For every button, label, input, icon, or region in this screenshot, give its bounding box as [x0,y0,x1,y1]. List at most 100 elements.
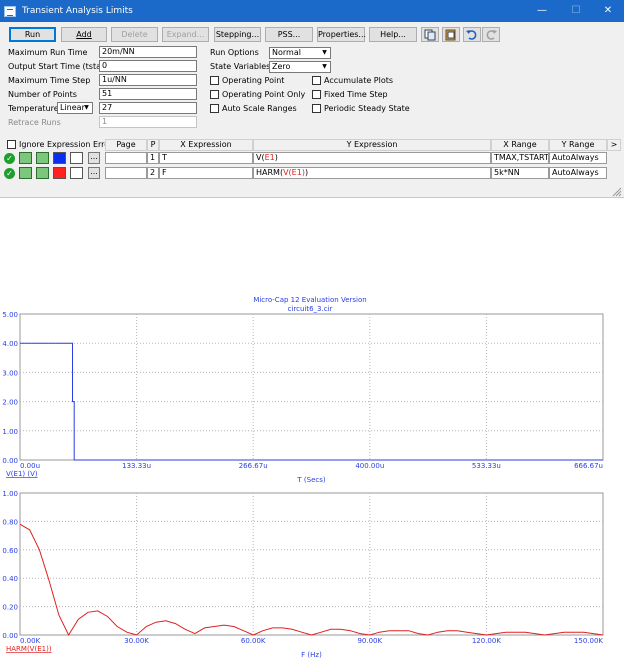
x-tick-label: 30.00K [124,637,149,645]
operating-point-only-checkbox[interactable] [210,90,219,99]
delete-button[interactable]: Delete [111,27,158,42]
y-tick-label: 4.00 [2,340,18,348]
y-tick-label: 0.20 [2,604,18,612]
plot-y-icon[interactable] [36,167,49,179]
run-button[interactable]: Run [9,27,56,42]
add-button[interactable]: Add [61,27,107,42]
properties-button[interactable]: Properties... [317,27,366,42]
num-points-label: Number of Points [8,90,77,99]
chevron-down-icon: ▼ [322,49,327,56]
temperature-label: Temperature [8,104,59,113]
minimize-button[interactable]: — [526,0,558,22]
y-tick-label: 0.40 [2,575,18,583]
plot-header-file: circuit6_3.cir [288,305,333,313]
num-points-field[interactable]: 51 [99,88,197,100]
periodic-steady-state-label: Periodic Steady State [324,104,410,113]
y-tick-label: 0.60 [2,547,18,555]
operating-point-only-label: Operating Point Only [222,90,306,99]
y-tick-label: 1.00 [2,490,18,498]
x-axis-label: T (Secs) [296,476,325,484]
plot-window: Micro-Cap 12 Evaluation Version circuit6… [2,296,604,659]
y-tick-label: 3.00 [2,369,18,377]
color-swatch[interactable] [53,152,66,164]
row-p-cell[interactable]: 2 [147,167,159,179]
col-x-expression[interactable]: X Expression [159,139,253,151]
max-time-step-field[interactable]: 1u/NN [99,74,197,86]
retrace-runs-field[interactable]: 1 [99,116,197,128]
x-tick-label: 60.00K [241,637,266,645]
x-tick-label: 266.67u [239,462,268,470]
copy-icon[interactable] [421,27,439,42]
more-button[interactable]: ... [88,167,100,179]
enabled-check-icon[interactable]: ✓ [4,168,15,179]
x-tick-label: 0.00K [20,637,41,645]
temperature-field[interactable]: 27 [99,102,197,114]
x-axis-label: F (Hz) [301,651,322,659]
row-page-cell[interactable] [105,152,147,164]
row-xrange-cell[interactable]: 5k*NN [491,167,549,179]
expand-button[interactable]: Expand... [162,27,209,42]
col-page[interactable]: Page [105,139,147,151]
color-swatch[interactable] [53,167,66,179]
y-expr-prefix: V( [256,153,265,162]
y-tick-label: 0.00 [2,457,18,465]
plot-header-title: Micro-Cap 12 Evaluation Version [253,296,366,304]
plot-frame [19,313,604,461]
paste-icon[interactable] [442,27,460,42]
ignore-errors-checkbox[interactable] [7,140,16,149]
app-icon [4,5,16,17]
y-expr-prefix: HARM( [256,168,284,177]
y-tick-label: 0.00 [2,632,18,640]
undo-icon[interactable] [463,27,481,42]
col-y-range[interactable]: Y Range [549,139,607,151]
output-start-field[interactable]: 0 [99,60,197,72]
redo-icon[interactable] [482,27,500,42]
row-page-cell[interactable] [105,167,147,179]
max-run-time-field[interactable]: 20m/NN [99,46,197,58]
auto-scale-checkbox[interactable] [210,104,219,113]
row-yrange-cell[interactable]: AutoAlways [549,167,607,179]
run-options-select[interactable]: Normal ▼ [269,47,331,59]
periodic-steady-state-checkbox[interactable] [312,104,321,113]
enabled-check-icon[interactable]: ✓ [4,153,15,164]
more-button[interactable]: ... [88,152,100,164]
plot-x-icon[interactable] [19,152,32,164]
state-variables-value: Zero [272,62,291,71]
row-yrange-cell[interactable]: AutoAlways [549,152,607,164]
maximize-button[interactable]: ☐ [560,0,592,22]
x-tick-label: 0.00u [20,462,40,470]
row-y-cell[interactable]: V(E1) [253,152,491,164]
help-button[interactable]: Help... [369,27,417,42]
accumulate-plots-checkbox[interactable] [312,76,321,85]
col-y-expression[interactable]: Y Expression [253,139,491,151]
pss-button[interactable]: PSS... [265,27,313,42]
row-y-cell[interactable]: HARM(V(E1)) [253,167,491,179]
table-icon[interactable] [70,152,83,164]
row-x-cell[interactable]: T [159,152,253,164]
stepping-button[interactable]: Stepping... [214,27,261,42]
y-expr-suffix: ) [274,153,278,162]
state-variables-select[interactable]: Zero ▼ [269,61,331,73]
row-x-cell[interactable]: F [159,167,253,179]
ignore-errors-label: Ignore Expression Errors [19,140,117,149]
fixed-time-step-checkbox[interactable] [312,90,321,99]
plot-x-icon[interactable] [19,167,32,179]
title-bar: Transient Analysis Limits — ☐ ✕ [0,0,624,22]
temperature-mode-select[interactable]: Linear ▼ [57,102,93,114]
close-button[interactable]: ✕ [592,0,624,22]
plot-y-icon[interactable] [36,152,49,164]
run-options-label: Run Options [210,48,259,57]
x-tick-label: 666.67u [574,462,603,470]
scroll-right-button[interactable]: > [607,139,621,151]
transient-limits-dialog: Run Add Delete Expand... Stepping... PSS… [0,22,624,198]
row-p-cell[interactable]: 1 [147,152,159,164]
x-tick-label: 533.33u [472,462,501,470]
col-p[interactable]: P [147,139,159,151]
operating-point-checkbox[interactable] [210,76,219,85]
table-icon[interactable] [70,167,83,179]
x-tick-label: 150.00K [574,637,603,645]
state-variables-label: State Variables [210,62,271,71]
row-xrange-cell[interactable]: TMAX,TSTART [491,152,549,164]
resize-grip-icon[interactable] [610,185,622,197]
col-x-range[interactable]: X Range [491,139,549,151]
